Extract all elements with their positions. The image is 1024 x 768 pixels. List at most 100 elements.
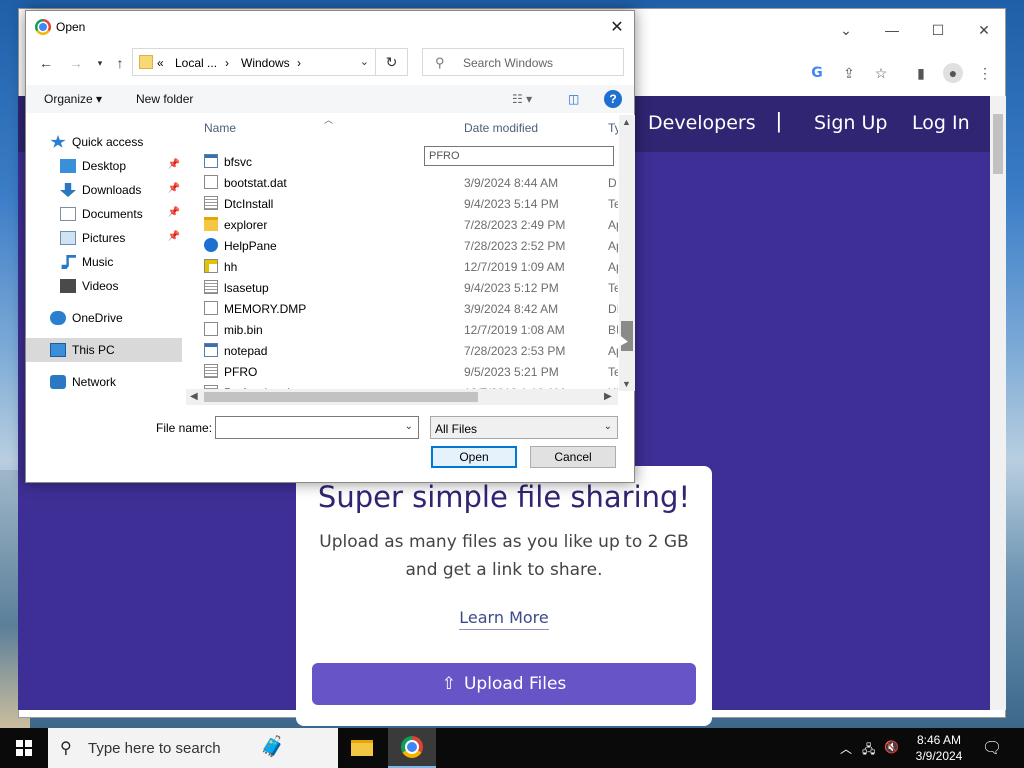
file-date: 9/4/2023 5:12 PM bbox=[464, 281, 559, 295]
cancel-button[interactable]: Cancel bbox=[530, 446, 616, 468]
chrome-logo-icon bbox=[35, 19, 51, 35]
notifications-icon[interactable]: 🗨 bbox=[982, 738, 1002, 758]
nav-item-pictures[interactable]: Pictures 📌 bbox=[26, 226, 182, 250]
google-icon[interactable]: G bbox=[807, 63, 827, 83]
file-row[interactable]: HelpPane 7/28/2023 2:52 PM Ap bbox=[202, 235, 618, 256]
share-icon[interactable]: ⇪ bbox=[839, 63, 859, 83]
scroll-down-icon[interactable]: ▼ bbox=[622, 379, 631, 389]
filename-tooltip: PFRO bbox=[424, 146, 614, 166]
scroll-up-icon[interactable]: ▲ bbox=[622, 117, 631, 127]
file-list-scrollbar[interactable]: ▲ ▼ bbox=[619, 115, 635, 391]
file-row[interactable]: DtcInstall 9/4/2023 5:14 PM Te bbox=[202, 193, 618, 214]
file-row[interactable]: explorer 7/28/2023 2:49 PM Ap bbox=[202, 214, 618, 235]
organize-button[interactable]: Organize ▾ bbox=[44, 92, 102, 106]
nav-item-music[interactable]: Music bbox=[26, 250, 182, 274]
column-type[interactable]: Ty bbox=[608, 121, 618, 135]
file-name: HelpPane bbox=[224, 239, 277, 253]
menu-kebab-icon[interactable]: ⋮ bbox=[975, 63, 995, 83]
star-icon bbox=[50, 135, 66, 148]
nav-item-downloads[interactable]: Downloads 📌 bbox=[26, 178, 182, 202]
view-options-icon[interactable]: ☷ ▾ bbox=[512, 92, 532, 106]
start-button[interactable] bbox=[0, 728, 48, 768]
file-explorer-taskbar-icon[interactable] bbox=[338, 728, 386, 768]
breadcrumb-local[interactable]: Local ... bbox=[175, 56, 217, 70]
file-list-hscrollbar[interactable]: ◀ ▶ bbox=[186, 389, 618, 405]
file-row[interactable]: lsasetup 9/4/2023 5:12 PM Te bbox=[202, 277, 618, 298]
learn-more-link[interactable]: Learn More bbox=[459, 608, 549, 630]
file-row[interactable]: bootstat.dat 3/9/2024 8:44 AM D bbox=[202, 172, 618, 193]
file-row[interactable]: notepad7/28/2023 2:53 PMAp bbox=[202, 340, 618, 361]
address-dropdown-icon[interactable]: ⌄ bbox=[360, 55, 369, 68]
breadcrumb-overflow[interactable]: « bbox=[157, 56, 164, 70]
nav-item-quick-access[interactable]: Quick access bbox=[26, 130, 182, 154]
file-type: Te bbox=[608, 365, 618, 379]
nav-item-videos[interactable]: Videos bbox=[26, 274, 182, 298]
volume-muted-icon[interactable]: 🔇 bbox=[884, 740, 899, 754]
side-panel-icon[interactable]: ▮ bbox=[911, 63, 931, 83]
close-window-icon[interactable]: ✕ bbox=[961, 15, 1007, 45]
network-status-icon[interactable]: 🖧 bbox=[862, 740, 875, 761]
back-arrow-icon[interactable]: ← bbox=[36, 53, 56, 73]
file-row[interactable]: MEMORY.DMP 3/9/2024 8:42 AM DI bbox=[202, 298, 618, 319]
nav-item-label: Music bbox=[82, 255, 114, 269]
file-type-select[interactable]: All Files ⌄ bbox=[430, 416, 618, 439]
file-name: bfsvc bbox=[224, 155, 253, 169]
hero-card: Super simple file sharing! Upload as man… bbox=[296, 466, 712, 726]
taskbar-search[interactable]: ⚲ Type here to search 🧳 bbox=[48, 728, 338, 768]
file-name: hh bbox=[224, 260, 238, 274]
help-icon[interactable]: ? bbox=[604, 90, 622, 108]
file-name: MEMORY.DMP bbox=[224, 302, 307, 316]
breadcrumb-windows[interactable]: Windows bbox=[241, 56, 290, 70]
nav-item-onedrive[interactable]: OneDrive bbox=[26, 306, 182, 330]
page-scrollbar[interactable] bbox=[990, 96, 1006, 710]
nav-item-desktop[interactable]: Desktop 📌 bbox=[26, 154, 182, 178]
file-row[interactable]: hh 12/7/2019 1:09 AM Ap bbox=[202, 256, 618, 277]
file-row[interactable]: mib.bin 12/7/2019 1:08 AM BI bbox=[202, 319, 618, 340]
tab-search-icon[interactable]: ⌄ bbox=[823, 15, 869, 45]
hscroll-thumb[interactable] bbox=[204, 392, 478, 402]
file-icon bbox=[204, 175, 218, 189]
nav-signup[interactable]: Sign Up bbox=[814, 112, 887, 134]
nav-item-this-pc[interactable]: This PC bbox=[26, 338, 182, 362]
open-button[interactable]: Open bbox=[431, 446, 517, 468]
up-arrow-icon[interactable]: ↑ bbox=[110, 53, 130, 73]
address-bar[interactable]: « Local ... › Windows › ⌄ bbox=[132, 48, 376, 76]
preview-pane-icon[interactable]: ◫ bbox=[568, 92, 579, 106]
chevron-down-icon[interactable]: ⌄ bbox=[405, 421, 413, 432]
close-icon[interactable]: ✕ bbox=[604, 15, 630, 39]
file-date: 12/7/2019 1:08 AM bbox=[464, 323, 565, 337]
chrome-taskbar-icon[interactable] bbox=[388, 728, 436, 768]
bookmark-star-icon[interactable]: ☆ bbox=[871, 63, 891, 83]
nav-separator: | bbox=[776, 108, 782, 133]
maximize-icon[interactable]: ☐ bbox=[915, 15, 961, 45]
page-scrollbar-thumb[interactable] bbox=[993, 114, 1003, 174]
search-box[interactable]: ⚲ Search Windows bbox=[422, 48, 624, 76]
new-folder-button[interactable]: New folder bbox=[136, 92, 193, 106]
show-hidden-icons-icon[interactable]: ︿ bbox=[840, 740, 852, 757]
hh-icon bbox=[204, 259, 218, 273]
recent-locations-icon[interactable]: ▾ bbox=[90, 53, 110, 73]
file-name-input[interactable]: ⌄ bbox=[215, 416, 419, 439]
upload-files-button[interactable]: ⇧ Upload Files bbox=[312, 663, 696, 705]
profile-icon[interactable]: ● bbox=[943, 63, 963, 83]
chevron-down-icon: ⌄ bbox=[603, 421, 612, 432]
file-row[interactable]: PFRO 9/5/2023 5:21 PM Te bbox=[202, 361, 618, 382]
refresh-icon[interactable]: ↻ bbox=[376, 48, 408, 76]
file-type-value: All Files bbox=[435, 422, 478, 436]
open-dialog: Open ✕ ← → ▾ ↑ « Local ... › Windows › ⌄… bbox=[25, 10, 635, 483]
forward-arrow-icon[interactable]: → bbox=[66, 53, 86, 73]
scroll-left-icon[interactable]: ◀ bbox=[190, 391, 198, 402]
file-type: Te bbox=[608, 197, 618, 211]
breadcrumb-sep-icon: › bbox=[297, 56, 301, 70]
system-clock[interactable]: 8:46 AM 3/9/2024 bbox=[900, 732, 978, 764]
nav-item-documents[interactable]: Documents 📌 bbox=[26, 202, 182, 226]
nav-login[interactable]: Log In bbox=[912, 112, 970, 134]
column-date-modified[interactable]: Date modified bbox=[464, 121, 538, 135]
nav-developers[interactable]: Developers bbox=[648, 112, 756, 134]
scroll-right-icon[interactable]: ▶ bbox=[604, 391, 612, 402]
nav-item-network[interactable]: Network bbox=[26, 370, 182, 394]
column-name[interactable]: Name bbox=[204, 121, 236, 135]
minimize-icon[interactable]: — bbox=[869, 15, 915, 45]
upload-files-label: Upload Files bbox=[463, 674, 567, 694]
search-placeholder: Search Windows bbox=[463, 56, 554, 70]
